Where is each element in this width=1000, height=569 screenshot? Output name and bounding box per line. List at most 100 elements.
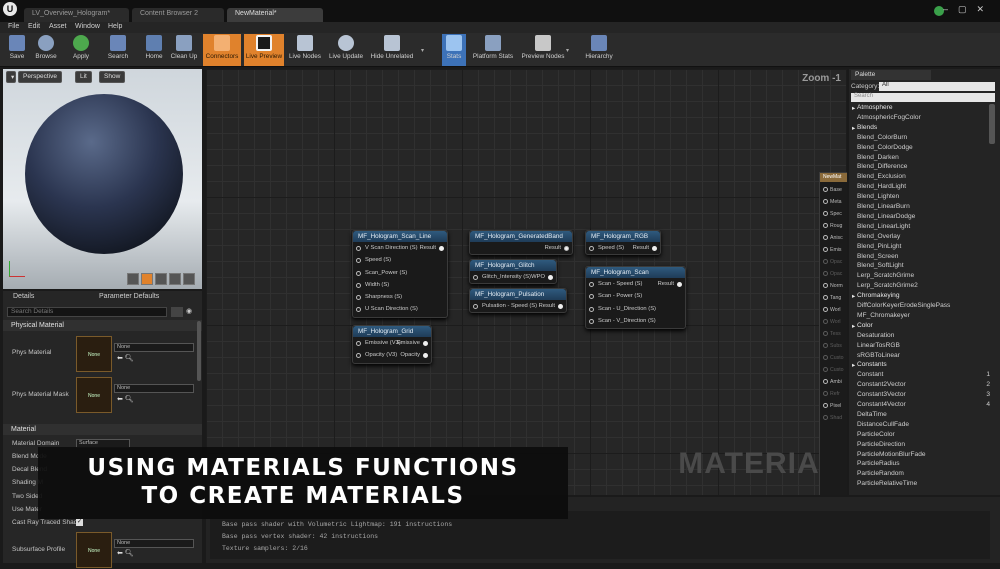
expand-arrow-icon[interactable]: ▸	[852, 124, 855, 132]
menu-window[interactable]: Window	[75, 23, 100, 30]
node-new-material[interactable]: NewMat Base Meta Spec Roug Anisc Emis Op…	[819, 172, 847, 495]
palette-category[interactable]: ▸ Atmosphere	[852, 104, 992, 112]
palette-item[interactable]: Blend_Difference	[857, 163, 992, 170]
expand-arrow-icon[interactable]: ▸	[852, 104, 855, 112]
palette-item[interactable]: Blend_ColorDodge	[857, 144, 992, 151]
pin-input[interactable]: Glitch_Intensity (S) WPO	[470, 271, 556, 283]
palette-item[interactable]: Blend_Screen	[857, 253, 992, 260]
material-pin[interactable]: Tang	[823, 295, 841, 301]
palette-item[interactable]: ParticleRadius	[857, 460, 992, 467]
material-pin[interactable]: Ambi	[823, 379, 842, 385]
palette-item[interactable]: ParticleMotionBlurFade	[857, 451, 992, 458]
material-graph[interactable]: Zoom -1 MATERIAL MF_Hologram_Scan_Line V…	[206, 69, 847, 495]
material-pin[interactable]: Subs	[823, 343, 842, 349]
node-scan-line[interactable]: MF_Hologram_Scan_Line V Scan Direction (…	[352, 230, 448, 318]
live-update-button[interactable]: Live Update	[327, 34, 365, 66]
sphere-icon[interactable]	[141, 273, 153, 285]
palette-category[interactable]: ▸ Constants	[852, 361, 992, 369]
material-pin[interactable]: Roug	[823, 223, 842, 229]
menu-edit[interactable]: Edit	[28, 23, 40, 30]
section-material[interactable]: Material	[3, 424, 202, 435]
toolbar-dropdown-icon-2[interactable]: ▾	[566, 47, 569, 54]
palette-item[interactable]: Blend_Darken	[857, 154, 992, 161]
palette-item[interactable]: MF_Chromakeyer	[857, 312, 992, 319]
pin-input[interactable]: V Scan Direction (S) Result	[353, 242, 447, 254]
palette-item[interactable]: Constant4Vector 4	[857, 401, 992, 408]
material-pin[interactable]: Opac	[823, 271, 842, 277]
use-selected-icon[interactable]: ⬅ 🔍︎	[117, 354, 134, 362]
output-pin-icon[interactable]	[558, 304, 563, 309]
phys-material-mask-thumbnail[interactable]: None	[76, 377, 112, 413]
output-pin-icon[interactable]	[423, 341, 428, 346]
palette-item[interactable]: DistanceCullFade	[857, 421, 992, 428]
palette-item[interactable]: Lerp_ScratchGrime2	[857, 282, 992, 289]
material-pin[interactable]: Worl	[823, 319, 841, 325]
output-pin-icon[interactable]	[677, 282, 682, 287]
phys-material-thumbnail[interactable]: None	[76, 336, 112, 372]
category-select[interactable]: All	[879, 82, 995, 91]
palette-item[interactable]: Blend_PinLight	[857, 243, 992, 250]
pin-input[interactable]: Scan - Speed (S) Result	[586, 278, 685, 290]
palette-item[interactable]: Constant2Vector 2	[857, 381, 992, 388]
material-pin[interactable]: Opac	[823, 259, 842, 265]
preview-viewport[interactable]: ▾ Perspective Lit Show	[3, 69, 202, 289]
material-pin[interactable]: Shad	[823, 415, 842, 421]
material-pin[interactable]: Norm	[823, 283, 843, 289]
viewport-menu-icon[interactable]: ▾	[6, 71, 16, 83]
palette-item[interactable]: sRGBToLinear	[857, 352, 992, 359]
tab-parameter-defaults[interactable]: Parameter Defaults	[99, 293, 159, 300]
palette-item[interactable]: LinearTosRGB	[857, 342, 992, 349]
palette-tab[interactable]: Palette	[851, 70, 931, 80]
palette-search-input[interactable]: Search	[851, 93, 995, 102]
pin-input[interactable]: U Scan Direction (S)	[353, 303, 447, 315]
live-nodes-button[interactable]: Live Nodes	[288, 34, 322, 66]
details-search-input[interactable]: Search Details	[7, 307, 167, 317]
use-selected-icon-2[interactable]: ⬅ 🔍︎	[117, 395, 134, 403]
palette-category[interactable]: ▸ Chromakeying	[852, 292, 992, 300]
node-scan[interactable]: MF_Hologram_Scan Scan - Speed (S) Result…	[585, 266, 686, 329]
menu-file[interactable]: File	[8, 23, 19, 30]
hierarchy-button[interactable]: Hierarchy	[582, 34, 616, 66]
material-pin[interactable]: Emis	[823, 247, 842, 253]
apply-button[interactable]: Apply	[68, 34, 94, 66]
menu-asset[interactable]: Asset	[49, 23, 67, 30]
node-rgb[interactable]: MF_Hologram_RGB Speed (S) Result	[585, 230, 661, 255]
palette-item[interactable]: Blend_LinearDodge	[857, 213, 992, 220]
material-pin[interactable]: Refr	[823, 391, 840, 397]
subsurface-profile-dropdown[interactable]: None	[114, 539, 194, 548]
teapot-icon[interactable]	[183, 273, 195, 285]
pin-input[interactable]: Emissive (V3) Emissive	[353, 337, 431, 349]
tab-level[interactable]: LV_Overview_Hologram*	[24, 8, 129, 22]
save-button[interactable]: Save	[4, 34, 30, 66]
node-pulsation[interactable]: MF_Hologram_Pulsation Pulsation - Speed …	[469, 288, 567, 313]
pin-input[interactable]: Scan - U_Direction (S)	[586, 303, 685, 315]
expand-arrow-icon[interactable]: ▸	[852, 292, 855, 300]
phys-material-mask-dropdown[interactable]: None	[114, 384, 194, 393]
palette-item[interactable]: Constant 1	[857, 371, 992, 378]
pin-input[interactable]: Speed (S)	[353, 254, 447, 266]
palette-item[interactable]: ParticleRelativeTime	[857, 480, 992, 487]
palette-item[interactable]: Blend_ColorBurn	[857, 134, 992, 141]
expand-arrow-icon[interactable]: ▸	[852, 322, 855, 330]
palette-item[interactable]: Blend_LinearLight	[857, 223, 992, 230]
palette-item[interactable]: Lerp_ScratchGrime	[857, 272, 992, 279]
output-pin-icon[interactable]	[423, 353, 428, 359]
material-pin[interactable]: Custo	[823, 367, 844, 373]
palette-item[interactable]: Constant3Vector 3	[857, 391, 992, 398]
output-pin-icon[interactable]	[652, 246, 657, 251]
node-glitch[interactable]: MF_Hologram_Glitch Glitch_Intensity (S) …	[469, 259, 557, 284]
window-controls[interactable]: –▢✕	[943, 4, 994, 15]
use-selected-icon-3[interactable]: ⬅ 🔍︎	[117, 549, 134, 557]
perspective-button[interactable]: Perspective	[18, 71, 62, 83]
palette-item[interactable]: Blend_Overlay	[857, 233, 992, 240]
pin-input[interactable]: Scan_Power (S)	[353, 267, 447, 279]
browse-button[interactable]: Browse	[32, 34, 60, 66]
material-pin[interactable]: Custo	[823, 355, 844, 361]
pin-input[interactable]: Opacity (V3) Opacity	[353, 349, 431, 361]
tab-new-material[interactable]: NewMaterial*	[227, 8, 323, 22]
pin-input[interactable]: Speed (S) Result	[586, 242, 660, 254]
palette-item[interactable]: Desaturation	[857, 332, 992, 339]
palette-item[interactable]: Blend_Exclusion	[857, 173, 992, 180]
search-button[interactable]: Search	[104, 34, 132, 66]
live-preview-button[interactable]: Live Preview	[244, 34, 284, 66]
